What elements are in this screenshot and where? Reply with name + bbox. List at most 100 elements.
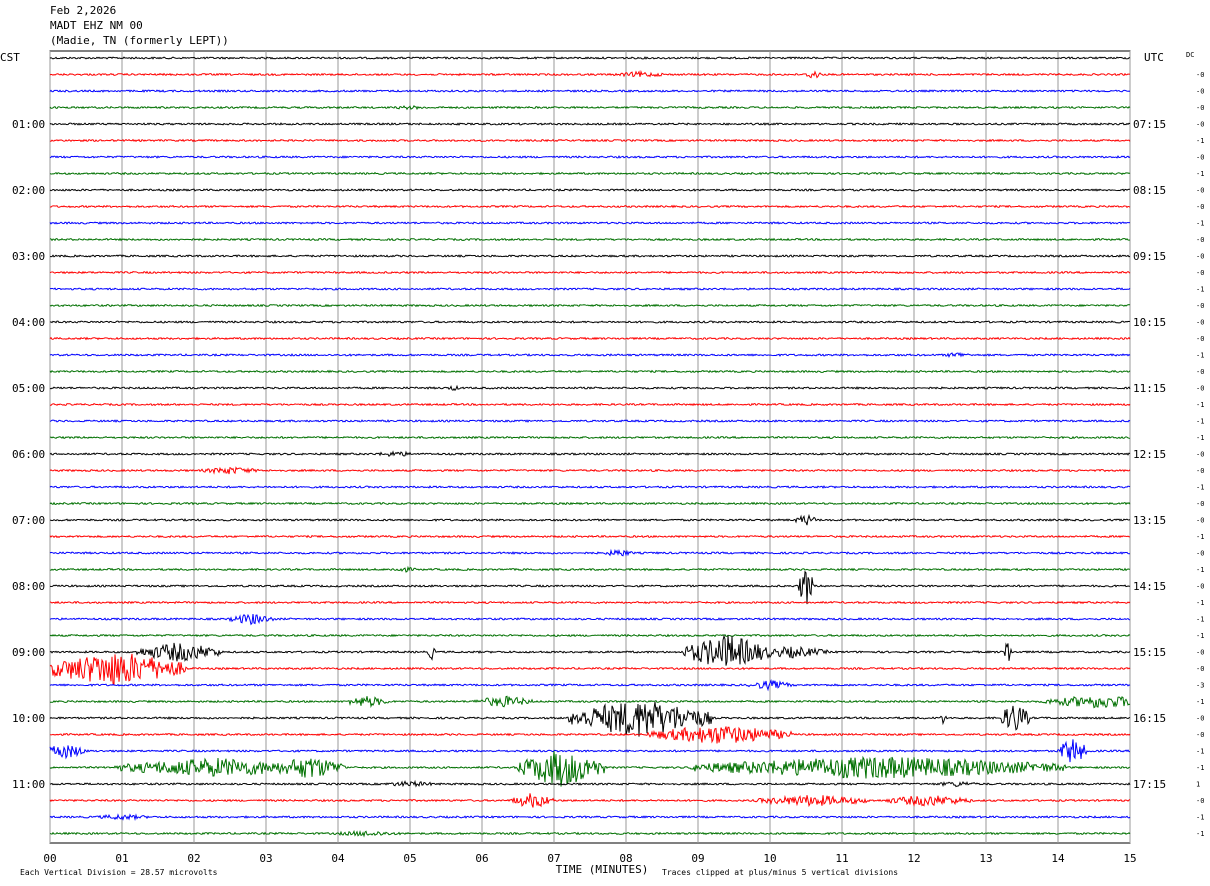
x-tick-label: 09 xyxy=(691,852,704,865)
dc-label: DC xyxy=(1186,51,1194,59)
seismic-trace xyxy=(49,287,1131,291)
left-timezone-label: CST xyxy=(0,51,20,64)
x-tick-label: 02 xyxy=(187,852,200,865)
right-hour-label: 08:15 xyxy=(1133,184,1166,197)
seismic-trace xyxy=(49,69,1131,79)
seismic-trace xyxy=(49,351,1131,359)
seismic-trace xyxy=(49,384,1131,392)
left-hour-label: 02:00 xyxy=(12,184,45,197)
seismic-trace xyxy=(49,565,1131,573)
seismic-trace xyxy=(49,634,1131,666)
dc-offset-value: -0 xyxy=(1196,797,1204,805)
dc-offset-value: -0 xyxy=(1196,236,1204,244)
seismic-trace xyxy=(49,653,1131,686)
x-tick-label: 05 xyxy=(403,852,416,865)
left-hour-label: 07:00 xyxy=(12,514,45,527)
seismic-trace xyxy=(49,501,1131,506)
seismic-trace xyxy=(49,570,1131,605)
seismic-trace xyxy=(49,419,1131,423)
dc-offset-value: 1 xyxy=(1196,781,1200,789)
dc-offset-value: -0 xyxy=(1196,203,1204,211)
seismic-trace xyxy=(49,829,1131,838)
left-hour-label: 11:00 xyxy=(12,778,45,791)
dc-offset-value: -0 xyxy=(1196,187,1204,195)
right-hour-label: 07:15 xyxy=(1133,118,1166,131)
dc-offset-value: -0 xyxy=(1196,253,1204,261)
seismic-trace xyxy=(49,435,1131,440)
dc-offset-value: -0 xyxy=(1196,500,1204,508)
seismic-trace xyxy=(49,813,1131,821)
dc-offset-value: -0 xyxy=(1196,368,1204,376)
right-hour-label: 15:15 xyxy=(1133,646,1166,659)
dc-offset-value: -1 xyxy=(1196,698,1204,706)
dc-offset-value: -0 xyxy=(1196,71,1204,79)
right-hour-label: 09:15 xyxy=(1133,250,1166,263)
seismic-trace xyxy=(49,221,1131,225)
seismic-trace xyxy=(49,369,1131,374)
seismic-trace xyxy=(49,204,1131,209)
x-tick-label: 00 xyxy=(43,852,56,865)
dc-offset-value: -1 xyxy=(1196,352,1204,360)
x-tick-label: 15 xyxy=(1123,852,1136,865)
left-hour-label: 06:00 xyxy=(12,448,45,461)
left-hour-label: 09:00 xyxy=(12,646,45,659)
seismic-trace xyxy=(49,466,1131,475)
dc-offset-value: -1 xyxy=(1196,814,1204,822)
dc-offset-value: -0 xyxy=(1196,649,1204,657)
dc-offset-value: -0 xyxy=(1196,665,1204,673)
dc-offset-value: -1 xyxy=(1196,830,1204,838)
seismic-trace xyxy=(49,155,1131,159)
seismic-trace xyxy=(49,613,1131,626)
left-hour-label: 10:00 xyxy=(12,712,45,725)
right-hour-label: 13:15 xyxy=(1133,514,1166,527)
scale-note: Each Vertical Division = 28.57 microvolt… xyxy=(20,868,218,877)
dc-offset-value: -0 xyxy=(1196,319,1204,327)
seismic-trace xyxy=(49,678,1131,692)
seismic-trace xyxy=(49,779,1131,788)
helicorder-plot: CST UTC DC 01:00 02:00 03:00 04:00 05:00 06:00 07… xyxy=(0,50,1204,877)
seismic-trace xyxy=(49,270,1131,275)
right-timezone-label: UTC xyxy=(1144,51,1164,64)
dc-offset-value: -1 xyxy=(1196,286,1204,294)
seismic-trace xyxy=(49,701,1131,737)
seismic-trace xyxy=(49,750,1131,787)
dc-offset-value: -0 xyxy=(1196,731,1204,739)
x-tick-label: 14 xyxy=(1051,852,1065,865)
seismic-trace xyxy=(49,320,1131,324)
x-tick-label: 03 xyxy=(259,852,272,865)
seismic-trace xyxy=(49,485,1131,489)
dc-offset-value: -1 xyxy=(1196,401,1204,409)
seismic-trace xyxy=(49,513,1131,526)
dc-offset-value: -0 xyxy=(1196,467,1204,475)
dc-offset-value: -1 xyxy=(1196,748,1204,756)
dc-offset-value: -1 xyxy=(1196,599,1204,607)
dc-offset-value: -1 xyxy=(1196,533,1204,541)
dc-offset-value: -0 xyxy=(1196,88,1204,96)
left-hour-label: 01:00 xyxy=(12,118,45,131)
x-tick-label: 10 xyxy=(763,852,776,865)
x-tick-label: 01 xyxy=(115,852,128,865)
dc-offset-value: -1 xyxy=(1196,632,1204,640)
dc-offset-value: -0 xyxy=(1196,154,1204,162)
left-hour-label: 03:00 xyxy=(12,250,45,263)
clip-note: Traces clipped at plus/minus 5 vertical … xyxy=(662,868,898,877)
dc-offset-value: -0 xyxy=(1196,385,1204,393)
x-tick-label: 04 xyxy=(331,852,345,865)
dc-offset-value: -0 xyxy=(1196,302,1204,310)
left-hour-label: 05:00 xyxy=(12,382,45,395)
dc-offset-value: -0 xyxy=(1196,104,1204,112)
dc-offset-value: -0 xyxy=(1196,517,1204,525)
x-tick-label: 11 xyxy=(835,852,848,865)
right-hour-label: 14:15 xyxy=(1133,580,1166,593)
dc-offset-value: -0 xyxy=(1196,550,1204,558)
dc-offset-value: -0 xyxy=(1196,121,1204,129)
seismic-trace xyxy=(49,237,1131,242)
dc-offset-value: -3 xyxy=(1196,682,1204,690)
seismic-trace xyxy=(49,336,1131,341)
seismic-trace xyxy=(49,56,1131,60)
seismic-trace xyxy=(49,450,1131,457)
seismic-trace xyxy=(49,600,1131,605)
dc-offset-value: -1 xyxy=(1196,764,1204,772)
seismic-trace xyxy=(49,402,1131,407)
right-hour-label: 17:15 xyxy=(1133,778,1166,791)
